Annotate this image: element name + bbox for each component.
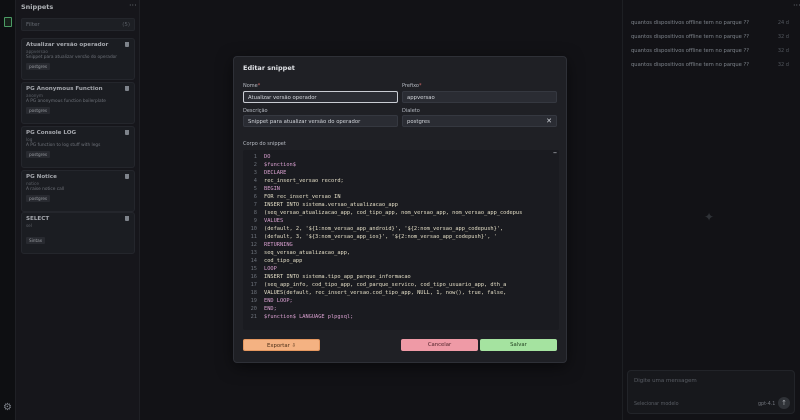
dialect-label: Dialeto bbox=[402, 108, 420, 114]
line-number: 10 bbox=[250, 226, 257, 232]
code-line[interactable]: 8 (seq_versao_atualizacao_app, cod_tipo_… bbox=[243, 209, 559, 217]
line-number: 14 bbox=[250, 258, 257, 264]
code-line[interactable]: 21 $function$ LANGUAGE plpgsql; bbox=[243, 313, 559, 321]
save-button[interactable]: Salvar bbox=[480, 339, 557, 351]
description-value: Snippet para atualizar versão do operado… bbox=[248, 118, 361, 125]
code-line[interactable]: 11 (default, 3, '${3:nom_versao_app_ios}… bbox=[243, 233, 559, 241]
line-number: 20 bbox=[250, 306, 257, 312]
line-number: 21 bbox=[250, 314, 257, 320]
name-label: Nome* bbox=[243, 83, 261, 89]
line-number: 5 bbox=[253, 186, 257, 192]
dialect-select[interactable]: postgres ✕ bbox=[402, 115, 557, 127]
code-text: INSERT INTO sistema.versao_atualizacao_a… bbox=[264, 202, 398, 208]
code-text: rec_insert_versao record; bbox=[264, 178, 344, 184]
code-line[interactable]: 18 VALUES(default, rec_insert_versao.cod… bbox=[243, 289, 559, 297]
name-field[interactable]: Atualizar versão operador bbox=[243, 91, 398, 103]
code-text: DECLARE bbox=[264, 170, 287, 176]
code-text: LOOP bbox=[264, 266, 277, 272]
code-line[interactable]: 9 VALUES bbox=[243, 217, 559, 225]
body-label: Corpo do snippet bbox=[243, 141, 286, 147]
line-number: 8 bbox=[253, 210, 257, 216]
code-text: DO bbox=[264, 154, 271, 160]
line-number: 7 bbox=[253, 202, 257, 208]
code-line[interactable]: 13 seq_versao_atualizacao_app, bbox=[243, 249, 559, 257]
line-number: 1 bbox=[253, 154, 257, 160]
line-number: 9 bbox=[253, 218, 257, 224]
code-line[interactable]: 5 BEGIN bbox=[243, 185, 559, 193]
line-number: 19 bbox=[250, 298, 257, 304]
code-line[interactable]: 20 END; bbox=[243, 305, 559, 313]
prefix-value: appversao bbox=[407, 94, 435, 101]
code-line[interactable]: 1 DO bbox=[243, 153, 559, 161]
edit-snippet-modal: Editar snippet Nome* Atualizar versão op… bbox=[233, 56, 567, 363]
code-line[interactable]: 3 DECLARE bbox=[243, 169, 559, 177]
line-number: 6 bbox=[253, 194, 257, 200]
modal-title: Editar snippet bbox=[243, 64, 295, 72]
code-text: END; bbox=[264, 306, 277, 312]
code-line[interactable]: 2 $function$ bbox=[243, 161, 559, 169]
code-line[interactable]: 4 rec_insert_versao record; bbox=[243, 177, 559, 185]
code-text: (default, 3, '${3:nom_versao_app_ios}', … bbox=[264, 234, 497, 240]
code-text: (default, 2, '${1:nom_versao_app_android… bbox=[264, 226, 504, 232]
code-text: RETURNING bbox=[264, 242, 293, 248]
description-label: Descrição bbox=[243, 108, 268, 114]
line-number: 17 bbox=[250, 282, 257, 288]
code-editor[interactable]: – 1 DO 2 $function$ 3 DECLARE 4 rec_insert_ver… bbox=[243, 150, 559, 330]
name-value: Atualizar versão operador bbox=[248, 94, 317, 101]
prefix-label: Prefixo* bbox=[402, 83, 422, 89]
code-text: INSERT INTO sistema.tipo_app_parque_info… bbox=[264, 274, 411, 280]
line-number: 16 bbox=[250, 274, 257, 280]
code-line[interactable]: 6 FOR rec_insert_versao IN bbox=[243, 193, 559, 201]
line-number: 4 bbox=[253, 178, 257, 184]
code-line[interactable]: 14 cod_tipo_app bbox=[243, 257, 559, 265]
code-text: BEGIN bbox=[264, 186, 280, 192]
code-line[interactable]: 19 END LOOP; bbox=[243, 297, 559, 305]
code-text: (seq_app_info, cod_tipo_app, cod_parque_… bbox=[264, 282, 507, 288]
code-text: $function$ LANGUAGE plpgsql; bbox=[264, 314, 354, 320]
dialect-value: postgres bbox=[407, 118, 430, 125]
code-line[interactable]: 17 (seq_app_info, cod_tipo_app, cod_parq… bbox=[243, 281, 559, 289]
line-number: 3 bbox=[253, 170, 257, 176]
code-text: $function$ bbox=[264, 162, 296, 168]
code-text: END LOOP; bbox=[264, 298, 293, 304]
code-line[interactable]: 15 LOOP bbox=[243, 265, 559, 273]
line-number: 15 bbox=[250, 266, 257, 272]
code-text: FOR rec_insert_versao IN bbox=[264, 194, 341, 200]
code-text: VALUES(default, rec_insert_versao.cod_ti… bbox=[264, 290, 507, 296]
line-number: 11 bbox=[250, 234, 257, 240]
code-line[interactable]: 10 (default, 2, '${1:nom_versao_app_andr… bbox=[243, 225, 559, 233]
line-number: 18 bbox=[250, 290, 257, 296]
code-line[interactable]: 16 INSERT INTO sistema.tipo_app_parque_i… bbox=[243, 273, 559, 281]
line-number: 12 bbox=[250, 242, 257, 248]
code-text: cod_tipo_app bbox=[264, 258, 303, 264]
code-text: seq_versao_atualizacao_app, bbox=[264, 250, 351, 256]
line-number: 13 bbox=[250, 250, 257, 256]
code-line[interactable]: 7 INSERT INTO sistema.versao_atualizacao… bbox=[243, 201, 559, 209]
export-button[interactable]: Exportar ⇩ bbox=[243, 339, 320, 351]
line-number: 2 bbox=[253, 162, 257, 168]
code-text: VALUES bbox=[264, 218, 284, 224]
clear-icon[interactable]: ✕ bbox=[546, 117, 552, 125]
cancel-button[interactable]: Cancelar bbox=[401, 339, 478, 351]
code-line[interactable]: 12 RETURNING bbox=[243, 241, 559, 249]
prefix-field[interactable]: appversao bbox=[402, 91, 557, 103]
description-field[interactable]: Snippet para atualizar versão do operado… bbox=[243, 115, 398, 127]
code-text: (seq_versao_atualizacao_app, cod_tipo_ap… bbox=[264, 210, 523, 216]
